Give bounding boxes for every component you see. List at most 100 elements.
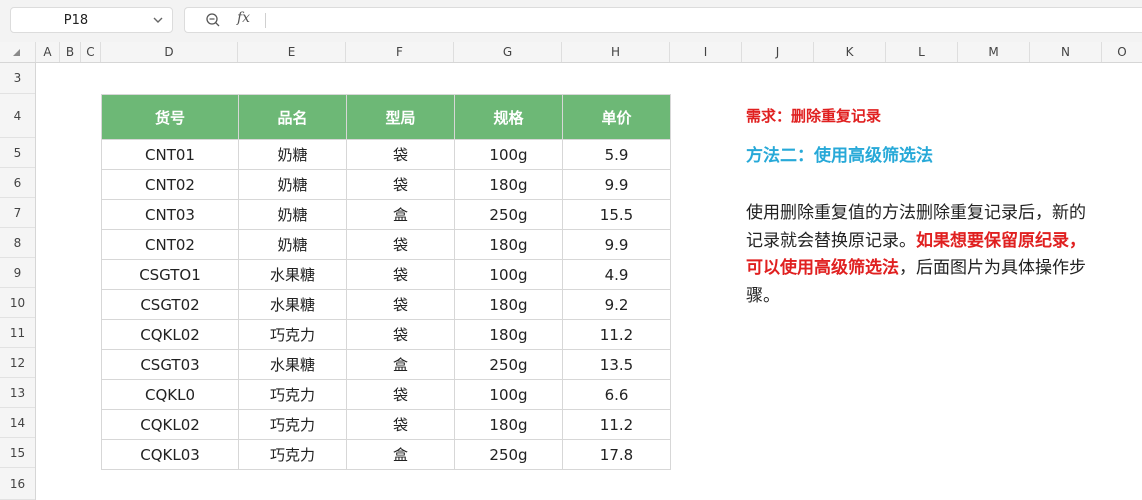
table-cell[interactable]: 袋 [346, 319, 455, 350]
table-cell[interactable]: 100g [454, 259, 563, 290]
name-box[interactable]: P18 [10, 7, 173, 33]
table-cell[interactable]: 9.9 [562, 229, 671, 260]
table-cell[interactable]: CNT02 [101, 169, 239, 200]
table-cell[interactable]: 13.5 [562, 349, 671, 380]
table-cell[interactable]: 奶糖 [238, 169, 347, 200]
table-cell[interactable]: 袋 [346, 229, 455, 260]
row-header-5[interactable]: 5 [0, 138, 35, 168]
table-cell[interactable]: CNT02 [101, 229, 239, 260]
column-header-b[interactable]: B [60, 42, 81, 62]
column-header-g[interactable]: G [454, 42, 562, 62]
row-header-3[interactable]: 3 [0, 63, 35, 94]
table-cell[interactable]: 250g [454, 439, 563, 470]
table-header-row: 货号 品名 型局 规格 单价 [101, 94, 671, 140]
description-text: 使用删除重复值的方法删除重复记录后，新的记录就会替换原记录。如果想要保留原纪录，… [746, 200, 1094, 310]
table-cell[interactable]: 奶糖 [238, 199, 347, 230]
table-row: CSGTO1 水果糖 袋 100g 4.9 [101, 259, 671, 290]
function-icon[interactable]: fx [237, 10, 250, 26]
table-cell[interactable]: 袋 [346, 409, 455, 440]
table-cell[interactable]: 奶糖 [238, 139, 347, 170]
table-cell[interactable]: 水果糖 [238, 289, 347, 320]
table-cell[interactable]: 250g [454, 349, 563, 380]
column-header-m[interactable]: M [958, 42, 1030, 62]
row-header-7[interactable]: 7 [0, 198, 35, 228]
table-cell[interactable]: 180g [454, 409, 563, 440]
formula-input[interactable]: fx [184, 7, 1142, 33]
table-row: CSGT02 水果糖 袋 180g 9.2 [101, 289, 671, 320]
table-cell[interactable]: 100g [454, 139, 563, 170]
column-header-j[interactable]: J [742, 42, 814, 62]
row-header-14[interactable]: 14 [0, 408, 35, 438]
table-cell[interactable]: CQKL02 [101, 319, 239, 350]
row-header-10[interactable]: 10 [0, 288, 35, 318]
header-cell-price[interactable]: 单价 [562, 94, 671, 140]
column-header-e[interactable]: E [238, 42, 346, 62]
table-cell[interactable]: CSGT03 [101, 349, 239, 380]
zoom-icon[interactable] [205, 12, 221, 32]
table-cell[interactable]: CNT03 [101, 199, 239, 230]
column-header-h[interactable]: H [562, 42, 670, 62]
table-cell[interactable]: 180g [454, 319, 563, 350]
table-cell[interactable]: 180g [454, 169, 563, 200]
header-cell-spec[interactable]: 规格 [454, 94, 563, 140]
row-header-4[interactable]: 4 [0, 94, 35, 138]
column-header-k[interactable]: K [814, 42, 886, 62]
table-cell[interactable]: CSGT02 [101, 289, 239, 320]
row-header-12[interactable]: 12 [0, 348, 35, 378]
column-header-f[interactable]: F [346, 42, 454, 62]
column-header-c[interactable]: C [81, 42, 101, 62]
column-header-n[interactable]: N [1030, 42, 1102, 62]
table-cell[interactable]: CQKL02 [101, 409, 239, 440]
table-cell[interactable]: CNT01 [101, 139, 239, 170]
table-cell[interactable]: 盒 [346, 199, 455, 230]
table-cell[interactable]: 袋 [346, 259, 455, 290]
table-cell[interactable]: 巧克力 [238, 319, 347, 350]
table-cell[interactable]: 100g [454, 379, 563, 410]
table-cell[interactable]: 巧克力 [238, 439, 347, 470]
table-cell[interactable]: 袋 [346, 379, 455, 410]
row-header-16[interactable]: 16 [0, 468, 35, 500]
table-cell[interactable]: 袋 [346, 139, 455, 170]
table-cell[interactable]: 6.6 [562, 379, 671, 410]
table-cell[interactable]: 4.9 [562, 259, 671, 290]
table-cell[interactable]: 17.8 [562, 439, 671, 470]
row-header-11[interactable]: 11 [0, 318, 35, 348]
table-cell[interactable]: CQKL0 [101, 379, 239, 410]
table-cell[interactable]: 180g [454, 229, 563, 260]
table-cell[interactable]: 9.2 [562, 289, 671, 320]
table-cell[interactable]: 袋 [346, 169, 455, 200]
table-cell[interactable]: 5.9 [562, 139, 671, 170]
table-cell[interactable]: CSGTO1 [101, 259, 239, 290]
row-header-6[interactable]: 6 [0, 168, 35, 198]
column-header-d[interactable]: D [101, 42, 238, 62]
table-cell[interactable]: 奶糖 [238, 229, 347, 260]
table-cell[interactable]: 水果糖 [238, 259, 347, 290]
table-cell[interactable]: 水果糖 [238, 349, 347, 380]
row-header-15[interactable]: 15 [0, 438, 35, 468]
row-header-13[interactable]: 13 [0, 378, 35, 408]
column-header-o[interactable]: O [1102, 42, 1142, 62]
header-cell-name[interactable]: 品名 [238, 94, 347, 140]
row-header-9[interactable]: 9 [0, 258, 35, 288]
table-row: CSGT03 水果糖 盒 250g 13.5 [101, 349, 671, 380]
table-cell[interactable]: 250g [454, 199, 563, 230]
table-cell[interactable]: 11.2 [562, 319, 671, 350]
table-cell[interactable]: 盒 [346, 349, 455, 380]
select-all-triangle-icon[interactable] [13, 49, 20, 56]
table-cell[interactable]: 盒 [346, 439, 455, 470]
column-header-l[interactable]: L [886, 42, 958, 62]
table-cell[interactable]: 巧克力 [238, 409, 347, 440]
header-cell-type[interactable]: 型局 [346, 94, 455, 140]
table-cell[interactable]: 9.9 [562, 169, 671, 200]
table-cell[interactable]: 11.2 [562, 409, 671, 440]
table-cell[interactable]: CQKL03 [101, 439, 239, 470]
column-header-i[interactable]: I [670, 42, 742, 62]
table-cell[interactable]: 袋 [346, 289, 455, 320]
table-cell[interactable]: 15.5 [562, 199, 671, 230]
row-header-8[interactable]: 8 [0, 228, 35, 258]
table-cell[interactable]: 180g [454, 289, 563, 320]
chevron-down-icon[interactable] [152, 11, 164, 33]
header-cell-item-no[interactable]: 货号 [101, 94, 239, 140]
table-cell[interactable]: 巧克力 [238, 379, 347, 410]
column-header-a[interactable]: A [36, 42, 60, 62]
